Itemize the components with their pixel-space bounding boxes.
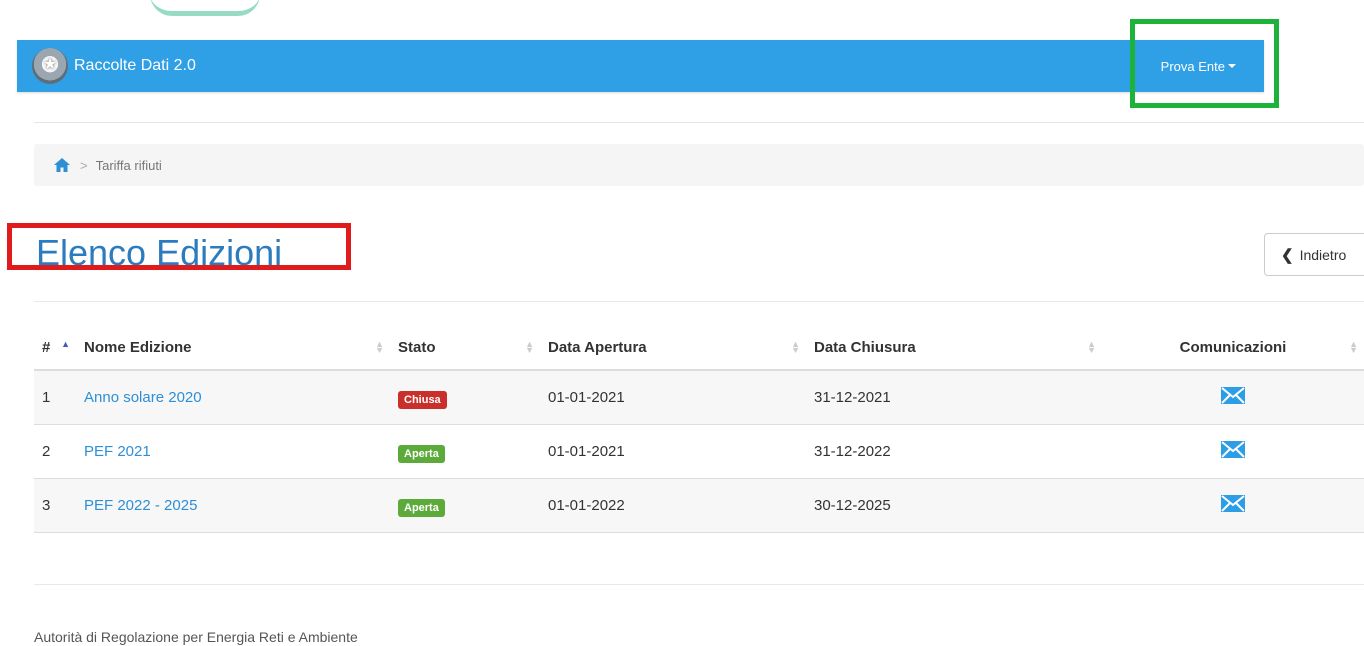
app-title: Raccolte Dati 2.0 — [74, 57, 196, 74]
sort-icon: ▲ ▼ — [791, 339, 800, 355]
envelope-icon[interactable] — [1221, 386, 1245, 404]
envelope-icon[interactable] — [1221, 440, 1245, 458]
top-navbar: Raccolte Dati 2.0 Prova Ente — [17, 40, 1264, 92]
table-row: 3 PEF 2022 - 2025 Aperta 01-01-2022 30-1… — [34, 478, 1364, 533]
close-date: 30-12-2025 — [806, 478, 1102, 533]
column-header-name[interactable]: Nome Edizione ▲ ▼ — [76, 326, 390, 371]
table-row: 1 Anno solare 2020 Chiusa 01-01-2021 31-… — [34, 370, 1364, 425]
footer-text: Autorità di Regolazione per Energia Reti… — [34, 629, 358, 645]
highlight-box-user-menu — [1130, 19, 1279, 108]
chevron-left-icon: ❮ — [1281, 246, 1294, 264]
editions-table: # ▲ Nome Edizione ▲ ▼ Stato ▲ ▼ Data Apert… — [34, 326, 1364, 533]
row-number: 3 — [34, 478, 76, 533]
sort-icon: ▲ ▼ — [525, 339, 534, 355]
open-date: 01-01-2021 — [540, 370, 806, 425]
breadcrumb-current: Tariffa rifiuti — [95, 157, 162, 173]
row-number: 2 — [34, 424, 76, 479]
edition-link[interactable]: Anno solare 2020 — [84, 389, 202, 406]
brand[interactable]: Raccolte Dati 2.0 — [17, 48, 196, 84]
row-number: 1 — [34, 370, 76, 425]
status-badge: Aperta — [398, 499, 445, 517]
back-button[interactable]: ❮ Indietro — [1264, 233, 1364, 276]
sort-icon: ▲ ▼ — [1349, 339, 1358, 355]
envelope-icon[interactable] — [1221, 494, 1245, 512]
table-row: 2 PEF 2021 Aperta 01-01-2021 31-12-2022 — [34, 424, 1364, 479]
breadcrumb-separator: > — [80, 157, 88, 173]
column-header-status[interactable]: Stato ▲ ▼ — [390, 326, 540, 371]
footer-divider — [34, 584, 1364, 585]
column-header-close-date[interactable]: Data Chiusura ▲ ▼ — [806, 326, 1102, 371]
open-date: 01-01-2021 — [540, 424, 806, 479]
sort-icon: ▲ ▼ — [375, 339, 384, 355]
column-header-communications[interactable]: Comunicazioni ▲ ▼ — [1102, 326, 1364, 371]
decorative-arc — [150, 0, 260, 16]
back-button-label: Indietro — [1299, 246, 1347, 263]
sort-icon: ▲ ▼ — [1087, 339, 1096, 355]
open-date: 01-01-2022 — [540, 478, 806, 533]
highlight-box-title — [7, 223, 351, 270]
column-header-open-date[interactable]: Data Apertura ▲ ▼ — [540, 326, 806, 371]
close-date: 31-12-2022 — [806, 424, 1102, 479]
emblem-icon — [32, 48, 68, 84]
sort-asc-icon: ▲ — [61, 339, 70, 349]
home-icon[interactable] — [54, 158, 70, 172]
status-badge: Chiusa — [398, 391, 447, 410]
column-header-number[interactable]: # ▲ — [34, 326, 76, 371]
status-badge: Aperta — [398, 445, 445, 463]
header-divider — [34, 122, 1364, 123]
close-date: 31-12-2021 — [806, 370, 1102, 425]
breadcrumb: > Tariffa rifiuti — [34, 144, 1364, 186]
edition-link[interactable]: PEF 2022 - 2025 — [84, 497, 197, 514]
title-divider — [34, 301, 1364, 302]
edition-link[interactable]: PEF 2021 — [84, 443, 151, 460]
